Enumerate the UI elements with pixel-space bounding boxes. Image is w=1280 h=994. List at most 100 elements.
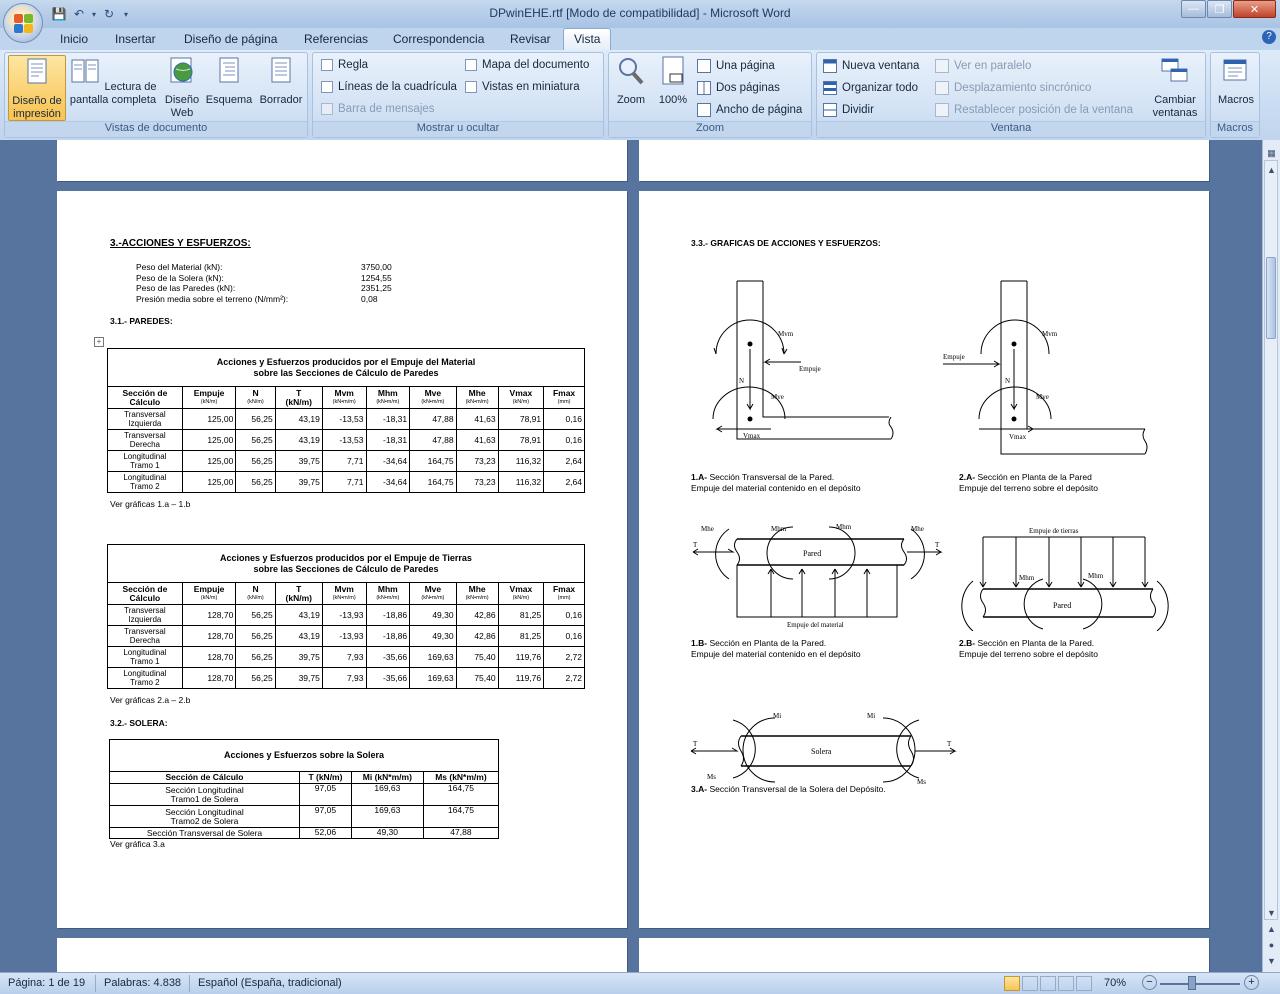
nueva-ventana-button[interactable]: Nueva ventana — [823, 59, 919, 73]
column-header-line: (kN•m/m) — [421, 398, 445, 405]
tab-correspondencia[interactable]: Correspondencia — [393, 32, 484, 46]
draft-icon[interactable] — [1076, 976, 1092, 991]
diseno-impresion-button[interactable]: Diseño de impresión — [8, 55, 66, 121]
print-layout-icon[interactable] — [1004, 976, 1020, 991]
column-header: Ms (kN*m/m) — [422, 771, 500, 784]
table-cell: -34,64 — [365, 471, 411, 493]
group-label: Zoom — [609, 121, 811, 137]
zoom-slider-handle[interactable] — [1188, 976, 1196, 990]
mapa-documento-checkbox[interactable]: Mapa del documento — [465, 59, 589, 71]
ruler-toggle-icon[interactable]: ▦ — [1266, 148, 1277, 159]
tab-revisar[interactable]: Revisar — [510, 32, 551, 46]
lectura-pantalla-button[interactable]: Lectura de pantalla completa — [67, 55, 159, 107]
table-move-handle-icon[interactable]: + — [94, 337, 104, 347]
vertical-scrollbar[interactable] — [1264, 160, 1278, 920]
table-cell: 7,93 — [321, 646, 367, 668]
table-solera[interactable]: Acciones y Esfuerzos sobre la Solera Secc… — [109, 739, 500, 839]
table-cell: 128,70 — [181, 604, 237, 626]
table-cell: -13,53 — [321, 429, 367, 451]
tab-vista[interactable]: Vista — [563, 28, 612, 50]
column-header-line: Fmax — [552, 387, 576, 398]
document-page-right[interactable]: 3.3.- GRAFICAS DE ACCIONES Y ESFUERZOS: … — [639, 191, 1209, 928]
table-cell: 0,16 — [543, 604, 585, 626]
scroll-up-icon[interactable]: ▲ — [1266, 165, 1277, 176]
table-empuje-tierras[interactable]: Acciones y Esfuerzos producidos por el E… — [107, 544, 585, 689]
cambiar-ventanas-button[interactable]: Cambiar ventanas — [1147, 55, 1203, 120]
page-count[interactable]: Página: 1 de 19 — [8, 977, 85, 989]
dividir-button[interactable]: Dividir — [823, 103, 874, 117]
column-header-line: (kN•m/m) — [376, 594, 400, 601]
checkbox-icon — [465, 59, 477, 71]
minimize-button[interactable]: — — [1181, 0, 1206, 18]
column-header: Sección de Cálculo — [109, 771, 300, 784]
zoom-in-icon[interactable]: + — [1244, 975, 1259, 990]
table-cell: 125,00 — [181, 429, 237, 451]
zoom-label: Zoom — [616, 94, 646, 106]
help-icon[interactable]: ? — [1262, 30, 1276, 44]
borrador-button[interactable]: Borrador — [255, 55, 307, 107]
una-pagina-button[interactable]: Una página — [697, 59, 775, 73]
restablecer-posicion-label: Restablecer posición de la ventana — [954, 104, 1134, 116]
table-note: Ver gráficas 2.a – 2.b — [110, 695, 191, 705]
title-bar: 💾 ↶ ▾ ↻ ▾ DPwinEHE.rtf [Modo de compatib… — [0, 0, 1280, 28]
nueva-ventana-label: Nueva ventana — [842, 60, 920, 72]
new-window-icon — [823, 59, 837, 73]
column-header-line: Cálculo — [129, 592, 161, 603]
restore-button[interactable]: ❐ — [1207, 0, 1232, 18]
word-count[interactable]: Palabras: 4.838 — [104, 977, 181, 989]
zoom-level[interactable]: 70% — [1104, 977, 1126, 989]
scrollbar-thumb[interactable] — [1266, 257, 1276, 339]
language[interactable]: Español (España, tradicional) — [198, 977, 342, 989]
zoom-button[interactable]: Zoom — [613, 55, 649, 107]
tab-insertar[interactable]: Insertar — [115, 32, 156, 46]
table-cell: -35,66 — [365, 646, 411, 668]
esquema-label: Esquema — [205, 94, 253, 106]
dos-paginas-button[interactable]: Dos páginas — [697, 81, 780, 95]
page-top-left — [57, 140, 627, 181]
vistas-miniatura-checkbox[interactable]: Vistas en miniatura — [465, 81, 580, 93]
zoom-slider[interactable] — [1160, 983, 1240, 985]
regla-checkbox[interactable]: Regla — [321, 59, 368, 71]
summary-labels: Peso del Material (kN): Peso de la Soler… — [136, 262, 288, 304]
document-page-left[interactable]: 3.-ACCIONES Y ESFUERZOS: Peso del Materi… — [57, 191, 627, 928]
summary-label: Presión media sobre el terreno (N/mm²): — [136, 293, 289, 304]
table-cell: 49,30 — [409, 625, 457, 647]
browse-object-icon[interactable]: ● — [1266, 940, 1277, 951]
outline-icon[interactable] — [1058, 976, 1074, 991]
web-layout-icon[interactable] — [1040, 976, 1056, 991]
zoom-100-button[interactable]: 100% — [655, 55, 691, 107]
two-pages-icon — [697, 81, 711, 95]
figure-number: 2.B- — [959, 638, 976, 648]
esquema-button[interactable]: Esquema — [205, 55, 253, 107]
previous-page-icon[interactable]: ▲ — [1266, 924, 1277, 935]
tab-inicio[interactable]: Inicio — [60, 32, 88, 46]
zoom-out-icon[interactable]: − — [1142, 975, 1157, 990]
group-macros: Macros Macros — [1210, 52, 1260, 138]
ancho-pagina-button[interactable]: Ancho de página — [697, 103, 802, 117]
tab-referencias[interactable]: Referencias — [304, 32, 368, 46]
table-empuje-material[interactable]: Acciones y Esfuerzos producidos por el E… — [107, 348, 585, 493]
table-cell: 39,75 — [274, 646, 323, 668]
mapa-documento-label: Mapa del documento — [482, 59, 590, 71]
table-cell: 169,63 — [350, 783, 424, 806]
table-cell: 41,63 — [455, 408, 499, 430]
office-button[interactable] — [3, 3, 43, 43]
table-cell: 2,64 — [543, 471, 585, 493]
window-title: DPwinEHE.rtf [Modo de compatibilidad] - … — [489, 6, 791, 20]
next-page-icon[interactable]: ▼ — [1266, 956, 1277, 967]
checkbox-icon — [321, 81, 333, 93]
table-cell: 39,75 — [274, 471, 323, 493]
scroll-down-icon[interactable]: ▼ — [1266, 908, 1277, 919]
macros-button[interactable]: Macros — [1213, 55, 1259, 107]
organizar-todo-button[interactable]: Organizar todo — [823, 81, 918, 95]
tab-diseno-pagina[interactable]: Diseño de página — [184, 32, 277, 46]
table-title: Acciones y Esfuerzos producidos por el E… — [107, 348, 585, 387]
cell-line: Derecha — [129, 440, 161, 449]
full-screen-reading-icon[interactable] — [1022, 976, 1038, 991]
close-button[interactable]: ✕ — [1233, 0, 1276, 18]
cell-line: Tramo1 de Solera — [170, 793, 239, 804]
summary-label: Peso de la Solera (kN): — [136, 272, 224, 283]
summary-value: 3750,00 — [361, 262, 392, 272]
diseno-web-button[interactable]: Diseño Web — [162, 55, 202, 120]
lineas-cuadricula-checkbox[interactable]: Líneas de la cuadrícula — [321, 81, 457, 93]
